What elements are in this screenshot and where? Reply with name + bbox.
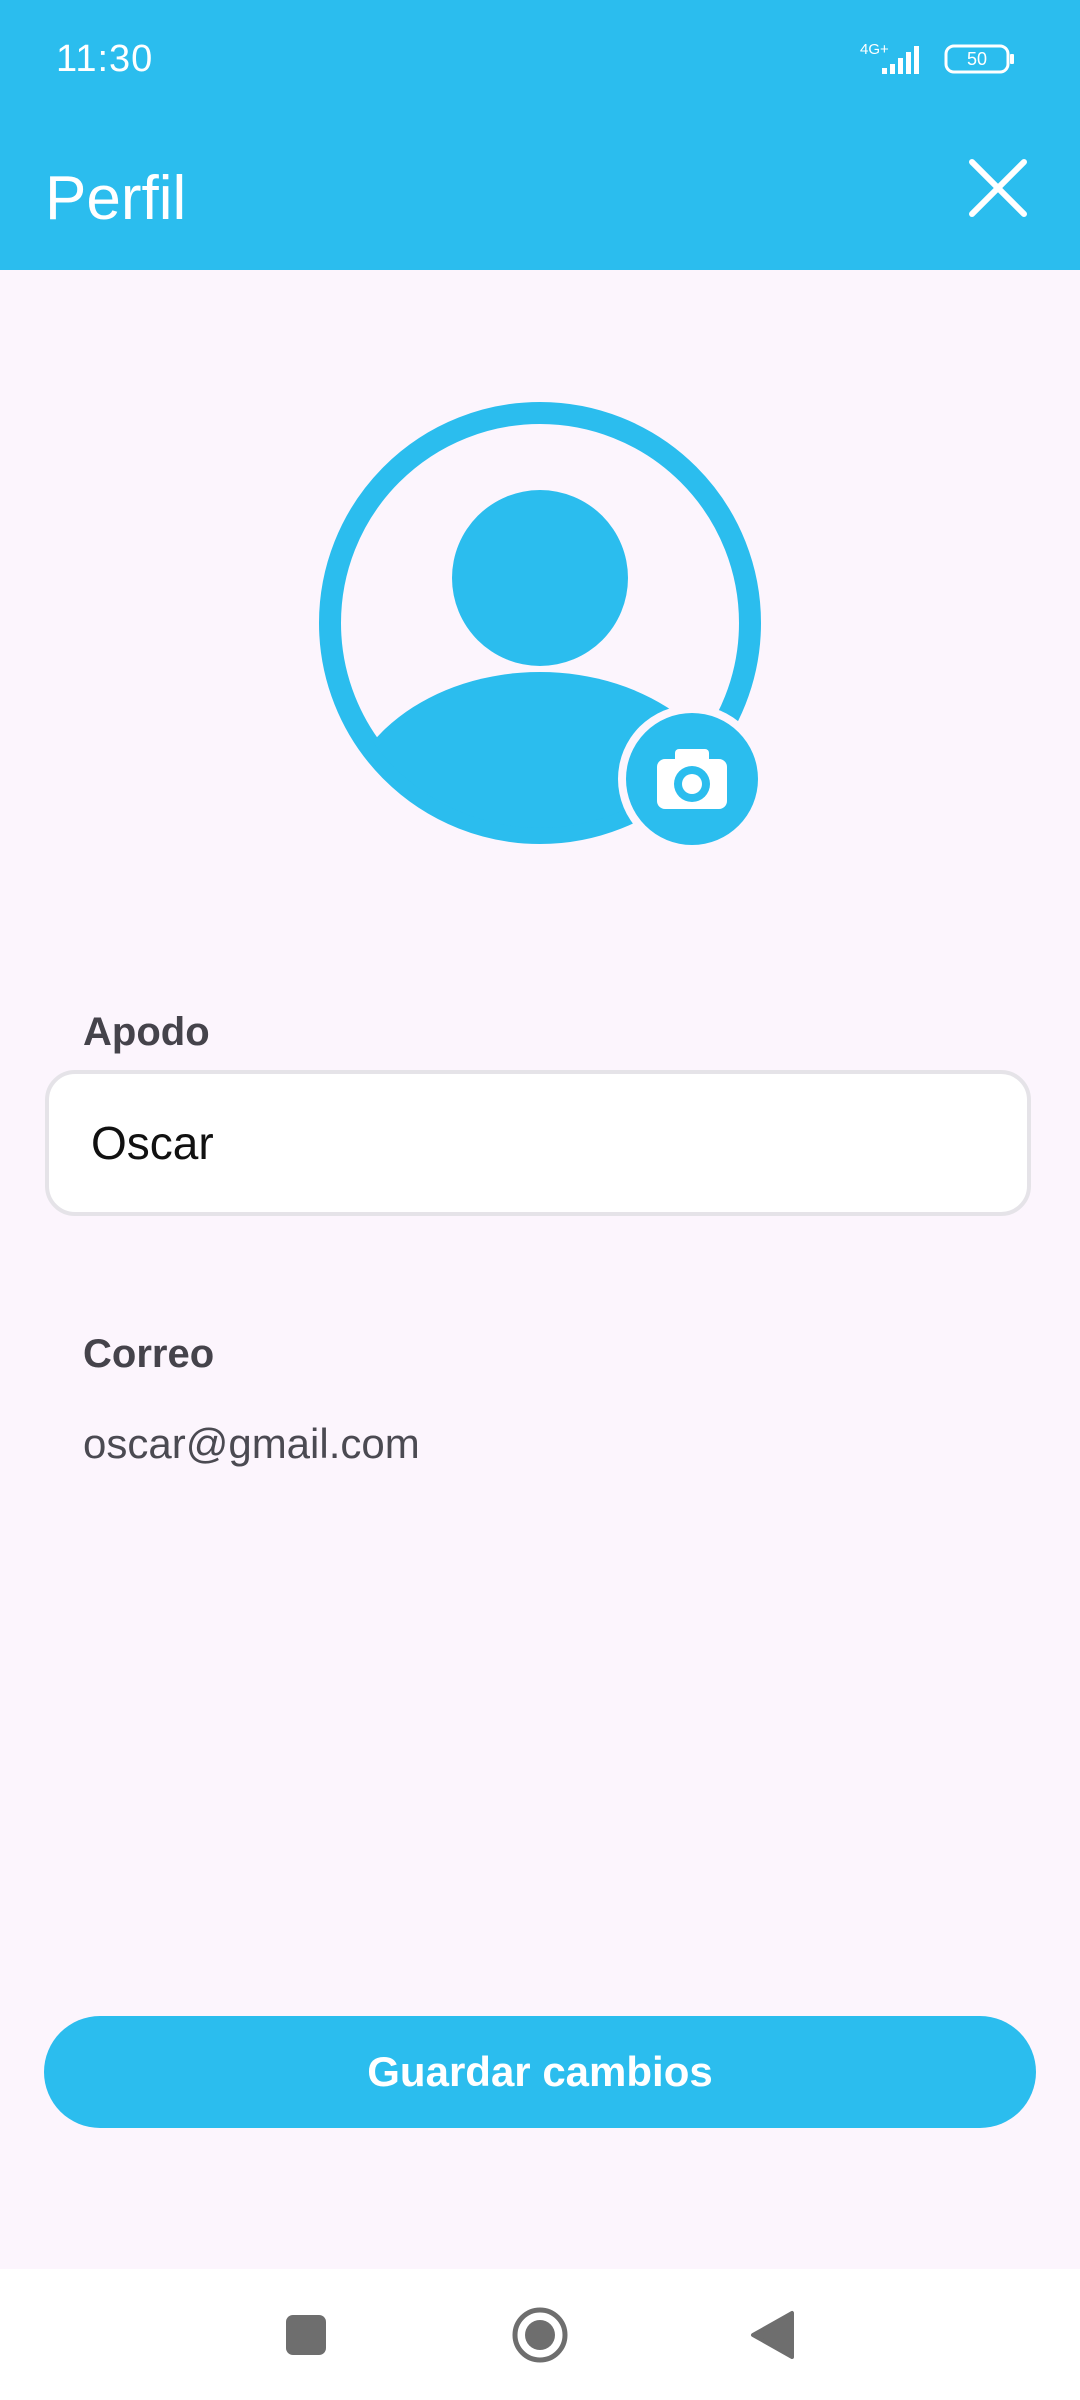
app-bar: Perfil — [0, 120, 1080, 270]
page-title: Perfil — [45, 164, 187, 233]
battery-icon: 50 — [944, 44, 1014, 74]
status-time: 11:30 — [56, 38, 154, 80]
system-nav-bar — [0, 2269, 1080, 2400]
square-icon — [286, 2315, 326, 2355]
battery-level: 50 — [967, 49, 987, 69]
status-icons: 4G+ 50 — [860, 41, 1014, 74]
close-button[interactable] — [958, 148, 1038, 228]
status-bar: 11:30 4G+ 50 — [0, 0, 1080, 120]
network-type-label: 4G+ — [860, 41, 889, 58]
avatar — [319, 402, 766, 853]
back-triangle-icon — [751, 2311, 794, 2359]
close-icon — [969, 159, 1027, 217]
email-value: oscar@gmail.com — [83, 1420, 420, 1467]
recents-button[interactable] — [268, 2297, 344, 2373]
email-label: Correo — [83, 1332, 215, 1376]
back-button[interactable] — [736, 2297, 812, 2373]
profile-content: Apodo Correo oscar@gmail.com Guardar cam… — [0, 270, 1080, 2269]
camera-badge — [618, 705, 766, 853]
save-changes-button[interactable]: Guardar cambios — [44, 2016, 1036, 2128]
home-circle-icon — [512, 2307, 568, 2363]
home-button[interactable] — [502, 2297, 578, 2373]
nickname-input[interactable] — [45, 1070, 1031, 1216]
avatar-picker[interactable] — [318, 402, 768, 853]
nickname-label: Apodo — [83, 1010, 210, 1054]
